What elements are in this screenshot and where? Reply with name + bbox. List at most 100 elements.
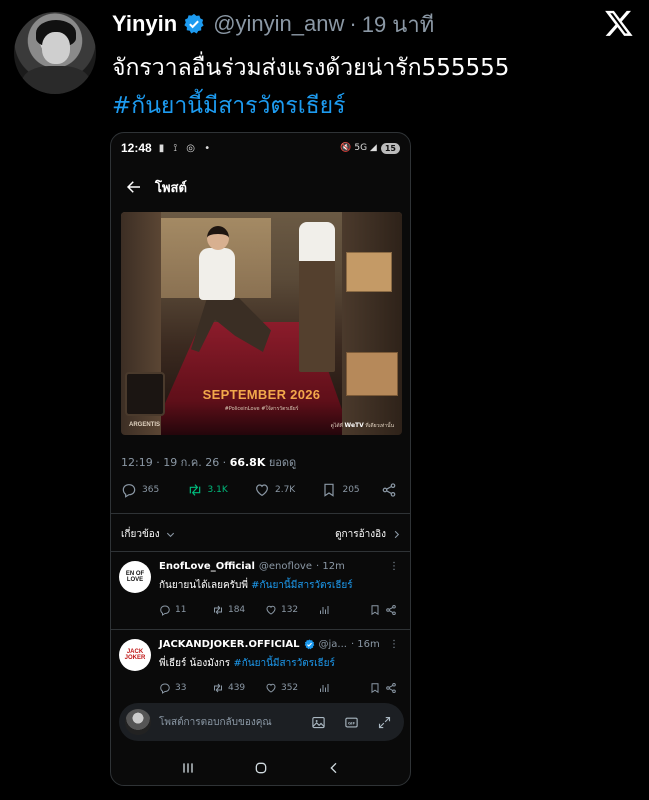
retweet-icon bbox=[213, 605, 222, 615]
composer-avatar bbox=[125, 709, 151, 735]
composer-tools: GIF bbox=[311, 715, 392, 730]
back-arrow-icon[interactable] bbox=[125, 178, 143, 196]
reply-text: พี่เธียร์ น้องมังกร #กันยานี้มีสารวัตรเธ… bbox=[159, 656, 335, 671]
status-signal-icons: 🔇 5G ◢ bbox=[340, 143, 377, 153]
reply-composer[interactable]: โพสต์การตอบกลับของคุณ GIF bbox=[119, 703, 404, 741]
reply-author-handle[interactable]: @enoflove bbox=[259, 561, 312, 572]
reply-share-button[interactable] bbox=[385, 682, 401, 694]
share-button[interactable] bbox=[381, 482, 402, 498]
reply-retweet-button[interactable]: 184 bbox=[212, 604, 265, 616]
retweet-icon bbox=[189, 484, 200, 496]
retweet-count: 3.1K bbox=[207, 485, 228, 495]
share-icon bbox=[382, 483, 396, 497]
wetv-label: WeTV bbox=[344, 422, 364, 429]
view-quotes-link[interactable]: ดูการอ้างอิง bbox=[335, 527, 402, 542]
reply-icon bbox=[160, 605, 170, 616]
status-time: 12:48 bbox=[121, 141, 152, 155]
reply-like-button[interactable]: 132 bbox=[265, 604, 318, 616]
reply-author-name[interactable]: EnofLove_Official bbox=[159, 561, 255, 572]
separator-dot: · bbox=[349, 11, 357, 36]
reply-author-name[interactable]: JACKANDJOKER.OFFICIAL bbox=[159, 639, 300, 650]
reply-timestamp: · 16m bbox=[350, 639, 380, 650]
reply-header: JACKANDJOKER.OFFICIAL @ja... · 16m ⋮ bbox=[159, 639, 399, 650]
back-icon[interactable] bbox=[326, 760, 342, 776]
reply-reply-button[interactable]: 11 bbox=[159, 604, 212, 616]
wetv-prefix: ดูได้ที่ bbox=[330, 423, 343, 429]
post-meta: 12:19 · 19 ก.ค. 26 · 66.8K ยอดดู bbox=[121, 453, 296, 471]
more-options-icon[interactable]: ⋮ bbox=[389, 639, 399, 650]
reply-icon bbox=[122, 484, 136, 498]
reply-like-count: 352 bbox=[280, 683, 299, 693]
like-count: 2.7K bbox=[274, 485, 296, 495]
reply-button[interactable]: 365 bbox=[121, 482, 187, 498]
reply-timestamp: · 12m bbox=[316, 561, 345, 572]
divider bbox=[111, 551, 410, 552]
reply-views-button[interactable] bbox=[318, 604, 369, 616]
heart-icon bbox=[256, 484, 268, 497]
battery-icon: 15 bbox=[380, 142, 400, 154]
author-avatar[interactable] bbox=[14, 12, 96, 94]
reply-reply-count: 11 bbox=[175, 605, 187, 615]
reply-reply-button[interactable]: 33 bbox=[159, 682, 212, 694]
reply-hashtag-link[interactable]: #กันยานี้มีสารวัตรเธียร์ bbox=[251, 580, 353, 591]
post-datetime[interactable]: 12:19 · 19 ก.ค. 26 · bbox=[121, 456, 230, 469]
android-nav-bar bbox=[111, 753, 410, 783]
home-icon[interactable] bbox=[253, 760, 269, 776]
tweet-hashtag-link[interactable]: #กันยานี้มีสารวัตรเธียร์ bbox=[112, 88, 345, 124]
reply-count: 365 bbox=[142, 485, 160, 495]
reply-retweet-button[interactable]: 439 bbox=[212, 682, 265, 694]
reply-action-bar: 33 439 352 bbox=[159, 682, 401, 694]
related-row: เกี่ยวข้อง ดูการอ้างอิง bbox=[121, 525, 402, 543]
poster-brand-logo: ARGENTIS bbox=[129, 422, 161, 428]
phone-status-bar: 12:48 ▮ ⟟ ◎ • 🔇 5G ◢ 15 bbox=[111, 133, 410, 163]
like-button[interactable]: 2.7K bbox=[254, 482, 321, 498]
tweet-timestamp[interactable]: 19 นาที bbox=[362, 7, 434, 42]
poster-wetv-logo: ดูได้ที่ WeTV ที่เดียวเท่านั้น bbox=[331, 422, 394, 430]
more-options-icon[interactable]: ⋮ bbox=[389, 561, 399, 572]
reply-retweet-count: 184 bbox=[227, 605, 246, 615]
share-icon bbox=[386, 604, 396, 616]
reply-like-button[interactable]: 352 bbox=[265, 682, 318, 694]
recent-apps-icon[interactable] bbox=[180, 760, 196, 776]
author-handle[interactable]: @yinyin_anw bbox=[213, 11, 344, 37]
poster-title: SEPTEMBER 2026 bbox=[202, 387, 321, 402]
expand-icon[interactable] bbox=[377, 715, 392, 730]
bookmark-count: 205 bbox=[342, 485, 360, 495]
chevron-right-icon bbox=[394, 530, 400, 538]
attached-screenshot[interactable]: 12:48 ▮ ⟟ ◎ • 🔇 5G ◢ 15 โพสต์ SEPTEMBER … bbox=[110, 132, 411, 786]
view-count: 66.8K bbox=[229, 456, 266, 469]
image-icon[interactable] bbox=[311, 715, 326, 730]
bookmark-icon bbox=[324, 483, 335, 497]
reply-action-bar: 11 184 132 bbox=[159, 604, 401, 616]
status-right-icons: 🔇 5G ◢ 15 bbox=[340, 142, 400, 154]
reply-hashtag-link[interactable]: #กันยานี้มีสารวัตรเธียร์ bbox=[233, 658, 335, 669]
tweet-header: Yinyin @yinyin_anw · 19 นาที bbox=[112, 8, 434, 40]
poster-tags: #PoliceinLove #ใจ้สารวัตรเธียร์ bbox=[224, 406, 299, 412]
reply-text: กันยายนได้เลยครับพี่ #กันยานี้มีสารวัตรเ… bbox=[159, 578, 353, 593]
reply-author-handle[interactable]: @ja... bbox=[319, 639, 347, 650]
reply-input[interactable]: โพสต์การตอบกลับของคุณ bbox=[159, 715, 272, 730]
reply-bookmark-button[interactable] bbox=[369, 682, 385, 694]
related-dropdown[interactable]: เกี่ยวข้อง bbox=[121, 527, 176, 542]
post-header: โพสต์ bbox=[111, 173, 410, 201]
related-label: เกี่ยวข้อง bbox=[121, 528, 160, 540]
post-header-title: โพสต์ bbox=[155, 180, 187, 196]
x-logo-icon[interactable] bbox=[604, 8, 634, 38]
reply-like-count: 132 bbox=[280, 605, 299, 615]
gif-icon[interactable]: GIF bbox=[344, 715, 359, 730]
reply-avatar[interactable]: JACK JOKER bbox=[119, 639, 151, 671]
author-display-name[interactable]: Yinyin bbox=[112, 11, 177, 37]
bookmark-icon bbox=[371, 683, 379, 694]
reply-header: EnofLove_Official @enoflove · 12m ⋮ bbox=[159, 561, 399, 572]
status-left-icons: ▮ ⟟ ◎ • bbox=[158, 142, 214, 154]
verified-badge-icon bbox=[184, 13, 204, 34]
reply-views-button[interactable] bbox=[318, 682, 369, 694]
divider bbox=[111, 629, 410, 630]
reply-bookmark-button[interactable] bbox=[369, 604, 385, 616]
heart-icon bbox=[266, 683, 276, 693]
reply-avatar[interactable]: EN OF LOVE bbox=[119, 561, 151, 593]
retweet-button[interactable]: 3.1K bbox=[187, 482, 254, 498]
reply-share-button[interactable] bbox=[385, 604, 401, 616]
poster-image[interactable]: SEPTEMBER 2026 #PoliceinLove #ใจ้สารวัตร… bbox=[121, 212, 402, 435]
bookmark-button[interactable]: 205 bbox=[321, 482, 381, 498]
